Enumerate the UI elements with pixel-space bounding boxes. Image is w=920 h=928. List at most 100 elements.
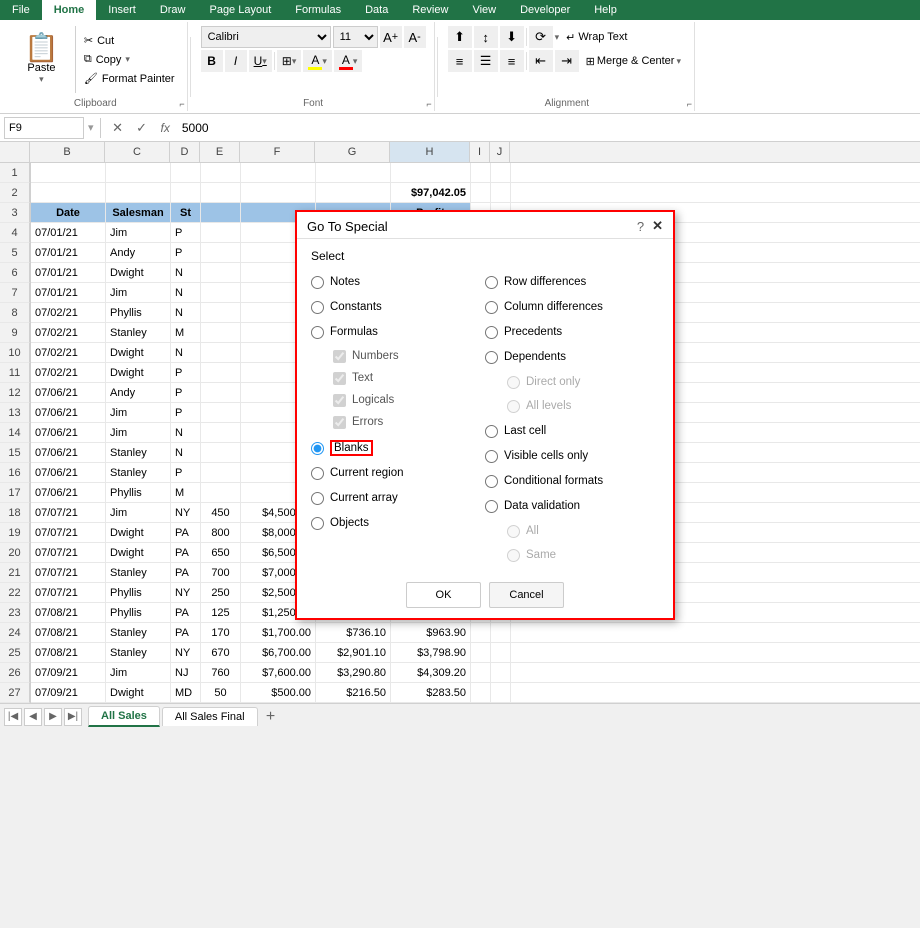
col-header-b[interactable]: B [30,142,105,162]
increase-font-button[interactable]: A+ [380,26,402,48]
errors-checkbox[interactable] [333,416,346,429]
last-cell-label[interactable]: Last cell [504,425,546,437]
row-num-19[interactable]: 19 [0,523,30,543]
tab-review[interactable]: Review [400,0,460,20]
cell-e26[interactable]: 760 [201,663,241,682]
row-num-17[interactable]: 17 [0,483,30,503]
cell-b19[interactable]: 07/07/21 [31,523,106,542]
cell-g2[interactable] [316,183,391,202]
tab-help[interactable]: Help [582,0,629,20]
cell-c20[interactable]: Dwight [106,543,171,562]
numbers-checkbox[interactable] [333,350,346,363]
confirm-formula-button[interactable]: ✓ [131,117,153,139]
cell-e13[interactable] [201,403,241,422]
col-header-f[interactable]: F [240,142,315,162]
cell-d24[interactable]: PA [171,623,201,642]
cell-d3[interactable]: St [171,203,201,222]
cell-d17[interactable]: M [171,483,201,502]
cell-j1[interactable] [491,163,511,182]
col-header-g[interactable]: G [315,142,390,162]
cell-j25[interactable] [491,643,511,662]
cell-b17[interactable]: 07/06/21 [31,483,106,502]
cell-c9[interactable]: Stanley [106,323,171,342]
col-header-d[interactable]: D [170,142,200,162]
cell-g25[interactable]: $2,901.10 [316,643,391,662]
sheet-tab-all-sales-final[interactable]: All Sales Final [162,707,258,726]
cell-c18[interactable]: Jim [106,503,171,522]
increase-indent-button[interactable]: ⇥ [555,50,579,72]
cell-d1[interactable] [171,163,201,182]
font-color-dropdown[interactable]: ▾ [353,56,358,67]
direct-only-radio[interactable] [507,376,520,389]
cell-c5[interactable]: Andy [106,243,171,262]
cell-b6[interactable]: 07/01/21 [31,263,106,282]
align-left-button[interactable]: ≡ [448,50,472,72]
cell-b9[interactable]: 07/02/21 [31,323,106,342]
sheet-nav-last[interactable]: ▶| [64,708,82,726]
cell-c21[interactable]: Stanley [106,563,171,582]
cell-e20[interactable]: 650 [201,543,241,562]
cell-g24[interactable]: $736.10 [316,623,391,642]
column-differences-radio[interactable] [485,301,498,314]
cell-i1[interactable] [471,163,491,182]
logicals-label[interactable]: Logicals [352,394,394,406]
cell-j2[interactable] [491,183,511,202]
add-sheet-button[interactable]: + [260,706,282,728]
cell-d23[interactable]: PA [171,603,201,622]
cell-e17[interactable] [201,483,241,502]
cell-e23[interactable]: 125 [201,603,241,622]
dependents-label[interactable]: Dependents [504,351,566,363]
data-validation-label[interactable]: Data validation [504,500,580,512]
col-header-j[interactable]: J [490,142,510,162]
orientation-dropdown[interactable]: ▾ [555,32,560,43]
cell-b22[interactable]: 07/07/21 [31,583,106,602]
merge-dropdown[interactable]: ▾ [676,56,681,67]
numbers-label[interactable]: Numbers [352,350,399,362]
cell-j27[interactable] [491,683,511,702]
cell-d11[interactable]: P [171,363,201,382]
cell-d15[interactable]: N [171,443,201,462]
conditional-formats-label[interactable]: Conditional formats [504,475,603,487]
cell-d12[interactable]: P [171,383,201,402]
cell-b18[interactable]: 07/07/21 [31,503,106,522]
cell-d19[interactable]: PA [171,523,201,542]
cell-c25[interactable]: Stanley [106,643,171,662]
row-num-23[interactable]: 23 [0,603,30,623]
dialog-close-button[interactable]: ✕ [652,218,663,234]
cell-b11[interactable]: 07/02/21 [31,363,106,382]
align-right-button[interactable]: ≡ [500,50,524,72]
cell-d10[interactable]: N [171,343,201,362]
cell-d20[interactable]: PA [171,543,201,562]
row-num-6[interactable]: 6 [0,263,30,283]
row-differences-label[interactable]: Row differences [504,276,586,288]
cell-e16[interactable] [201,463,241,482]
tab-draw[interactable]: Draw [148,0,198,20]
errors-label[interactable]: Errors [352,416,383,428]
blanks-label[interactable]: Blanks [330,442,373,454]
blanks-radio[interactable] [311,442,324,455]
cell-e1[interactable] [201,163,241,182]
cell-e27[interactable]: 50 [201,683,241,702]
row-num-13[interactable]: 13 [0,403,30,423]
cell-e9[interactable] [201,323,241,342]
cell-e5[interactable] [201,243,241,262]
cell-d8[interactable]: N [171,303,201,322]
cell-f2[interactable] [241,183,316,202]
notes-radio[interactable] [311,276,324,289]
cell-i2[interactable] [471,183,491,202]
cell-b14[interactable]: 07/06/21 [31,423,106,442]
align-top-button[interactable]: ⬆ [448,26,472,48]
row-num-14[interactable]: 14 [0,423,30,443]
cell-d4[interactable]: P [171,223,201,242]
row-num-16[interactable]: 16 [0,463,30,483]
cancel-button[interactable]: Cancel [489,582,564,608]
dialog-help-button[interactable]: ? [637,219,644,234]
wrap-text-button[interactable]: ↵ Wrap Text [561,26,632,48]
cell-c26[interactable]: Jim [106,663,171,682]
cell-c6[interactable]: Dwight [106,263,171,282]
copy-button[interactable]: ⧉ Copy ▾ [80,51,179,68]
row-num-22[interactable]: 22 [0,583,30,603]
cell-f24[interactable]: $1,700.00 [241,623,316,642]
current-array-label[interactable]: Current array [330,492,398,504]
current-array-radio[interactable] [311,492,324,505]
